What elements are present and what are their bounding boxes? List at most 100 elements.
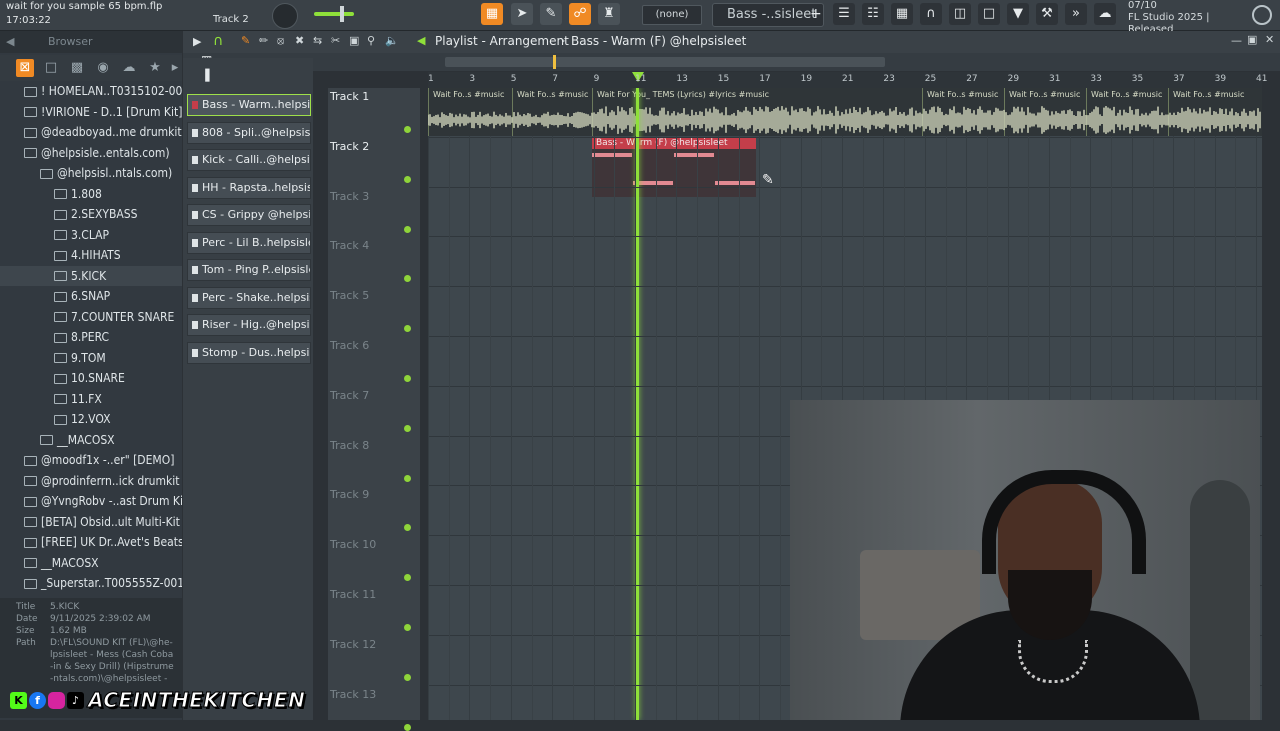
channel-rack-icon[interactable]: ▦ — [891, 3, 913, 25]
sounds-icon[interactable]: ◉ — [94, 59, 112, 77]
stamp-icon[interactable]: ♜ — [598, 3, 620, 25]
channel-item[interactable]: Riser - Hig..@helpsisleet — [187, 314, 311, 336]
track-label[interactable]: Track 4 — [330, 239, 369, 252]
track-mute-led[interactable] — [404, 325, 411, 333]
piano-roll-icon[interactable]: ☷ — [862, 3, 884, 25]
track-label[interactable]: Track 11 — [330, 588, 376, 601]
browser-folder-item[interactable]: ! HOMELAN..T0315102-001 — [0, 81, 182, 101]
browser-folder-item[interactable]: 7.COUNTER SNARE — [0, 307, 182, 327]
channel-item[interactable]: Kick - Calli..@helpsisleet — [187, 149, 311, 171]
track-label[interactable]: Track 3 — [330, 190, 369, 203]
channel-item[interactable]: Tom - Ping P..elpsisleet — [187, 259, 311, 281]
magnet-icon[interactable]: ∩ — [213, 33, 223, 49]
browser-folder-item[interactable]: 8.PERC — [0, 327, 182, 347]
master-pitch-slider[interactable] — [314, 12, 354, 16]
channel-item[interactable]: Perc - Lil B..helpsisleet — [187, 231, 311, 254]
browser-folder-item[interactable]: [BETA] Obsid..ult Multi-Kit — [0, 512, 182, 532]
tools-icon[interactable]: ⚒ — [1036, 3, 1058, 25]
track-label[interactable]: Track 7 — [330, 389, 369, 402]
channel-item[interactable]: Stomp - Dus..helpsisleet — [187, 341, 311, 364]
browser-folder-item[interactable]: 1.808 — [0, 184, 182, 204]
mixer-icon[interactable]: ☰ — [833, 3, 855, 25]
track-label[interactable]: Track 12 — [330, 638, 376, 651]
track-mute-led[interactable] — [404, 175, 411, 183]
browser-folder-item[interactable]: @helpsisl..ntals.com) — [0, 163, 182, 183]
globe-icon[interactable] — [1252, 5, 1272, 25]
stamp-chord-select[interactable]: (none) — [642, 5, 702, 25]
browser-folder-item[interactable]: 2.SEXYBASS — [0, 204, 182, 224]
track-mute-led[interactable] — [404, 126, 411, 133]
browser-folder-item[interactable]: 9.TOM — [0, 348, 182, 368]
track-label[interactable]: Track 10 — [330, 538, 376, 551]
all-files-icon[interactable]: ⊠ — [16, 59, 34, 77]
track-mute-led[interactable] — [404, 375, 411, 382]
track-label[interactable]: Track 6 — [330, 339, 369, 352]
browser-folder-item[interactable]: [FREE] UK Dr..Avet's Beats — [0, 532, 182, 552]
track-mute-led[interactable] — [404, 424, 411, 432]
browser-folder-item[interactable]: @YvngRobv -..ast Drum Kit — [0, 491, 182, 511]
browser-folder-item[interactable]: @helpsisle..entals.com) — [0, 143, 182, 163]
shop-icon[interactable]: ☁ — [1094, 3, 1116, 25]
browser-folder-item[interactable]: 3.CLAP — [0, 225, 182, 245]
patcher-icon[interactable]: ◫ — [949, 3, 971, 25]
pen-icon[interactable]: ✎ — [540, 3, 562, 25]
browser-folder-item[interactable]: !VIRIONE - D..1 [Drum Kit] — [0, 102, 182, 122]
track-label[interactable]: Track 5 — [330, 289, 369, 302]
browser-folder-item[interactable]: @prodinferrn..ick drumkit — [0, 471, 182, 491]
pattern-selector[interactable]: Bass -..sisleet — [712, 3, 824, 27]
browser-folder-item[interactable]: 12.VOX — [0, 409, 182, 429]
browser-folder-item[interactable]: 4.HIHATS — [0, 245, 182, 265]
link-icon[interactable]: ☍ — [569, 3, 591, 25]
track-mute-led[interactable] — [404, 225, 411, 233]
project-icon[interactable]: □ — [42, 59, 60, 77]
channel-item[interactable]: HH - Rapsta..helpsisleet — [187, 176, 311, 199]
track-mute-led[interactable] — [404, 524, 411, 532]
add-pattern-button[interactable]: + — [810, 4, 822, 24]
track-mute-led[interactable] — [404, 474, 411, 482]
zoom-tool-icon[interactable]: ⚲ — [367, 34, 375, 47]
minimize-icon[interactable]: — — [1231, 34, 1242, 47]
slider-handle[interactable] — [340, 6, 344, 22]
back-icon[interactable]: ◀ — [6, 35, 14, 48]
slice-tool-icon[interactable]: ✂ — [331, 34, 340, 47]
mute-tool-icon[interactable]: ✖ — [295, 34, 304, 47]
pencil-tool-icon[interactable]: ✎ — [241, 34, 250, 47]
track-mute-led[interactable] — [404, 574, 411, 582]
channel-filter-icon[interactable]: ▐ — [201, 70, 213, 82]
track-mute-led[interactable] — [404, 723, 411, 731]
plugin-db-icon[interactable]: ▩ — [68, 59, 86, 77]
playback-tool-icon[interactable]: 🔈 — [385, 34, 399, 47]
track-mute-led[interactable] — [404, 673, 411, 681]
channel-item[interactable]: Bass - Warm..helpsisleet — [187, 94, 311, 116]
close-icon[interactable]: ✕ — [1265, 33, 1274, 46]
track-label[interactable]: Track 1 — [330, 90, 369, 103]
track-label[interactable]: Track 13 — [330, 688, 376, 701]
horizontal-scrollbar[interactable] — [445, 57, 885, 67]
favorites-icon[interactable]: ★ — [146, 59, 164, 77]
browser-folder-item[interactable]: __MACOSX — [0, 430, 182, 450]
browser-folder-item[interactable]: 5.KICK — [0, 265, 182, 286]
audio-track-lane[interactable]: Wait Fo..s #music Wait Fo..s #music Wait F… — [428, 88, 1262, 136]
playlist-view-button[interactable]: ▦ — [481, 3, 503, 25]
file-icon[interactable]: □ — [978, 3, 1000, 25]
play-icon[interactable]: ▶ — [193, 35, 201, 48]
more-icon[interactable]: ▸ — [166, 59, 184, 77]
pattern-clip[interactable]: Bass - Warm (F) @helpsisleet — [592, 138, 756, 197]
browser-folder-item[interactable]: _Superstar..T005555Z-001 — [0, 573, 182, 593]
scroll-position-marker[interactable] — [553, 55, 556, 69]
mixer-faders-icon[interactable]: ∩ — [920, 3, 942, 25]
channel-item[interactable]: Perc - Shake..helpsisleet — [187, 286, 311, 309]
delete-tool-icon[interactable]: ⦻ — [277, 34, 284, 48]
browser-folder-item[interactable]: 6.SNAP — [0, 286, 182, 306]
cloud-icon[interactable]: ☁ — [120, 59, 138, 77]
browser-folder-item[interactable]: @moodf1x -..er" [DEMO] — [0, 450, 182, 470]
browser-folder-item[interactable]: 10.SNARE — [0, 368, 182, 388]
step-forward-button[interactable]: ➤ — [511, 3, 533, 25]
track-label[interactable]: Track 9 — [330, 488, 369, 501]
select-tool-icon[interactable]: ▣ — [349, 34, 359, 47]
plugin-icon[interactable]: ▼ — [1007, 3, 1029, 25]
track-mute-led[interactable] — [404, 624, 411, 631]
track-label[interactable]: Track 8 — [330, 439, 369, 452]
browser-folder-item[interactable]: 11.FX — [0, 389, 182, 409]
paint-tool-icon[interactable]: ✏ — [259, 34, 268, 47]
